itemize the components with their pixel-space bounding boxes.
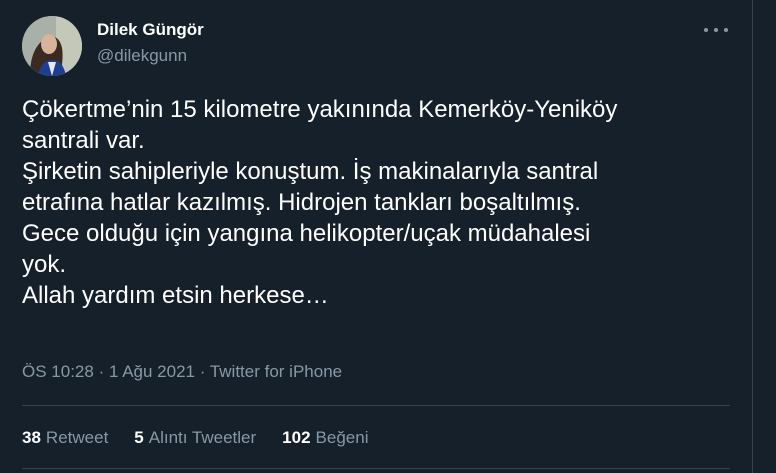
quotes-label: Alıntı Tweetler: [148, 428, 257, 447]
tweet-time[interactable]: ÖS 10:28: [22, 362, 94, 381]
author-handle[interactable]: @dilekgunn: [97, 46, 187, 66]
tweet-source[interactable]: Twitter for iPhone: [210, 362, 342, 381]
likes-count: 102: [282, 428, 311, 447]
avatar[interactable]: [22, 16, 82, 76]
likes-stat[interactable]: 102 Beğeni: [282, 428, 368, 448]
tweet-card: Dilek Güngör @dilekgunn Çökertme’nin 15 …: [0, 0, 752, 473]
timeline-border: [752, 0, 753, 473]
more-dots-icon[interactable]: [704, 24, 728, 36]
likes-label: Beğeni: [315, 428, 369, 447]
retweets-count: 38: [22, 428, 41, 447]
meta-separator: ·: [199, 362, 206, 381]
retweets-stat[interactable]: 38 Retweet: [22, 428, 108, 448]
dot: [704, 28, 708, 32]
tweet-meta: ÖS 10:28 · 1 Ağu 2021 · Twitter for iPho…: [22, 362, 342, 382]
retweets-label: Retweet: [45, 428, 109, 447]
tweet-stats: 38 Retweet 5 Alıntı Tweetler 102 Beğeni: [22, 428, 368, 448]
divider-top: [22, 405, 730, 406]
dot: [714, 28, 718, 32]
quotes-count: 5: [134, 428, 144, 447]
meta-separator: ·: [98, 362, 105, 381]
tweet-date[interactable]: 1 Ağu 2021: [109, 362, 195, 381]
divider-bottom: [22, 468, 730, 469]
tweet-text: Çökertme’nin 15 kilometre yakınında Keme…: [22, 96, 618, 309]
avatar-image: [22, 16, 82, 76]
author-name[interactable]: Dilek Güngör: [97, 20, 204, 40]
quotes-stat[interactable]: 5 Alıntı Tweetler: [134, 428, 256, 448]
dot: [724, 28, 728, 32]
